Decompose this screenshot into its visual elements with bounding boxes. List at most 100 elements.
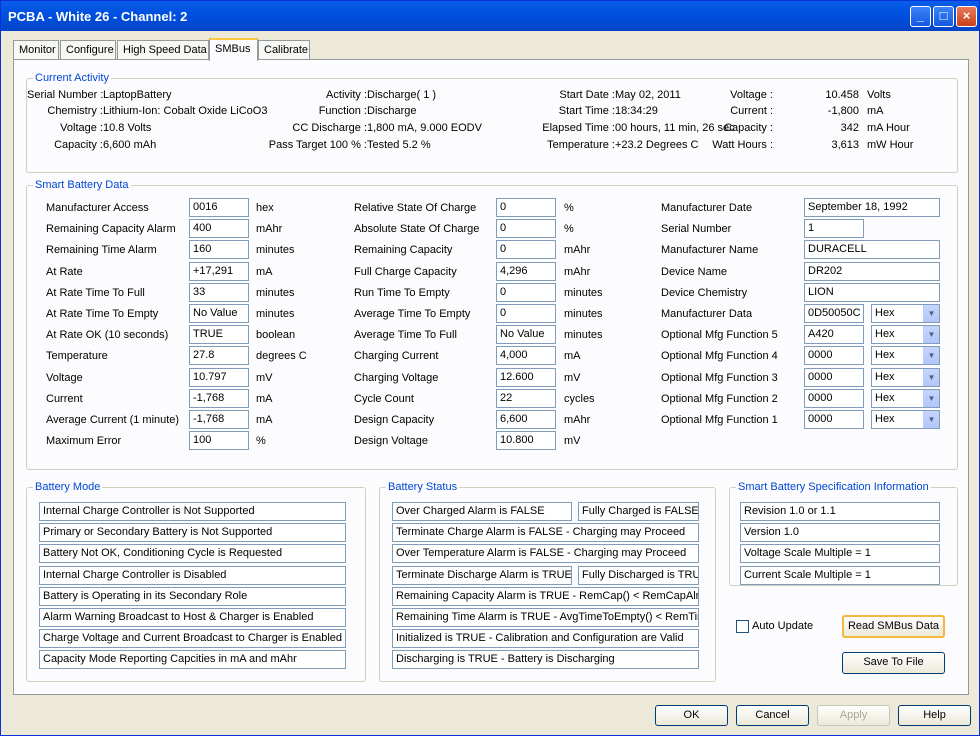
sbd-label: Remaining Time Alarm (46, 244, 157, 257)
ok-button[interactable]: OK (655, 705, 728, 726)
sbd-label: Voltage (46, 371, 83, 384)
format-select[interactable]: Hex ▼ (871, 325, 940, 345)
chevron-down-icon[interactable]: ▼ (923, 368, 939, 386)
sbd-unit: cycles (564, 392, 595, 405)
sbd-field[interactable]: LION (804, 282, 940, 302)
sbd-field[interactable]: 12.600 (496, 367, 556, 387)
activity-label: Current : (730, 105, 773, 117)
sbd-field[interactable]: 4,000 (496, 346, 556, 366)
cancel-button[interactable]: Cancel (736, 705, 809, 726)
activity-label: Voltage : (730, 89, 773, 101)
title-bar[interactable]: PCBA - White 26 - Channel: 2 (1, 1, 979, 31)
sbd-field[interactable]: 1 (804, 219, 864, 239)
sbd-unit: mAhr (564, 244, 591, 257)
sbd-field[interactable]: 4,296 (496, 261, 556, 281)
save-to-file-button[interactable]: Save To File (842, 652, 945, 674)
sbd-field[interactable]: No Value (189, 304, 249, 323)
sbd-field[interactable]: 0 (496, 219, 556, 239)
sbd-field[interactable]: 0 (496, 282, 556, 302)
sbd-label: Run Time To Empty (354, 286, 450, 299)
sbd-label: Manufacturer Name (661, 244, 759, 257)
format-select[interactable]: Hex ▼ (871, 304, 940, 323)
sbd-field[interactable]: DR202 (804, 261, 940, 281)
sbd-field[interactable]: 0000 (804, 367, 864, 387)
sbd-label: At Rate Time To Empty (46, 308, 159, 320)
sbd-label: Manufacturer Access (46, 202, 149, 214)
sbd-label: Charging Voltage (354, 371, 439, 384)
sbd-field[interactable]: -1,768 (189, 388, 249, 408)
format-select-value: Hex (875, 370, 895, 383)
activity-value: May 02, 2011 (615, 89, 681, 101)
tab-smbus[interactable]: SMBus (209, 38, 258, 61)
window-title: PCBA - White 26 - Channel: 2 (8, 9, 188, 24)
activity-label: CC Discharge : (292, 122, 367, 134)
sbd-field[interactable]: 22 (496, 388, 556, 408)
sbd-field[interactable]: 0 (496, 304, 556, 323)
auto-update-checkbox[interactable] (736, 620, 749, 633)
sbd-label: Serial Number (661, 223, 732, 236)
help-button[interactable]: Help (898, 705, 971, 726)
battery-mode-item: Capacity Mode Reporting Capcities in mA … (39, 650, 346, 670)
sbd-unit: mV (564, 435, 581, 448)
tab-configure[interactable]: Configure (60, 40, 116, 60)
chevron-down-icon[interactable]: ▼ (923, 347, 939, 365)
sbd-field[interactable]: No Value (496, 325, 556, 345)
activity-label: Voltage : (60, 122, 103, 134)
sbd-field[interactable]: 160 (189, 240, 249, 260)
activity-fields: Serial Number : LaptopBattery Chemistry :L… (27, 79, 957, 172)
tab-high-speed-data[interactable]: High Speed Data (117, 40, 209, 60)
close-button[interactable]: × (956, 6, 977, 27)
sbd-field[interactable]: 33 (189, 282, 249, 302)
battery-status-item: Discharging is TRUE - Battery is Dischar… (392, 650, 699, 670)
sbd-field[interactable]: DURACELL (804, 240, 940, 260)
sbd-field[interactable]: 10.800 (496, 431, 556, 451)
spec-info-item: Revision 1.0 or 1.1 (740, 502, 940, 521)
sbd-field[interactable]: 27.8 (189, 346, 249, 366)
sbd-field[interactable]: 6,600 (496, 410, 556, 429)
format-select[interactable]: Hex ▼ (871, 388, 940, 408)
sbd-field[interactable]: 0D50050C (804, 304, 864, 323)
activity-value: Discharge (367, 105, 417, 117)
activity-value: 342 (840, 122, 859, 134)
sbd-field[interactable]: 0 (496, 198, 556, 217)
read-smbus-data-button[interactable]: Read SMBus Data (842, 615, 945, 638)
chevron-down-icon[interactable]: ▼ (923, 411, 939, 428)
sbd-field[interactable]: TRUE (189, 325, 249, 345)
sbd-field[interactable]: 10.797 (189, 367, 249, 387)
sbd-unit: minutes (256, 286, 295, 299)
sbd-field[interactable]: A420 (804, 325, 864, 345)
battery-mode-group: Battery Mode Internal Charge Controller … (26, 481, 366, 682)
sbd-field[interactable]: 0016 (189, 198, 249, 217)
format-select[interactable]: Hex ▼ (871, 346, 940, 366)
sbd-field[interactable]: +17,291 (189, 261, 249, 281)
minimize-button[interactable]: _ (910, 6, 931, 27)
activity-value: Discharge( 1 ) (367, 89, 437, 101)
sbd-field[interactable]: -1,768 (189, 410, 249, 429)
sbd-field[interactable]: 0000 (804, 388, 864, 408)
format-select[interactable]: Hex ▼ (871, 367, 940, 387)
sbd-label: Cycle Count (354, 392, 414, 405)
format-select[interactable]: Hex ▼ (871, 410, 940, 429)
maximize-button[interactable]: □ (933, 6, 954, 27)
battery-status-list: Over Charged Alarm is FALSE Fully Charged… (380, 488, 715, 681)
battery-mode-item: Alarm Warning Broadcast to Host & Charge… (39, 608, 346, 627)
sbd-field[interactable]: 400 (189, 219, 249, 239)
sbd-field[interactable]: 100 (189, 431, 249, 451)
tab-calibrate[interactable]: Calibrate (258, 40, 310, 60)
tab-monitor[interactable]: Monitor (13, 40, 59, 60)
activity-unit: mA (867, 105, 884, 117)
apply-button[interactable]: Apply (817, 705, 890, 726)
activity-label: Start Date : (559, 89, 615, 101)
chevron-down-icon[interactable]: ▼ (923, 389, 939, 407)
smart-battery-data-group: Smart Battery Data Manufacturer Access 00… (26, 179, 958, 470)
activity-value: Tested 5.2 % (367, 139, 431, 151)
activity-label: Activity : (326, 89, 367, 101)
sbd-field[interactable]: 0000 (804, 346, 864, 366)
sbd-field[interactable]: September 18, 1992 (804, 198, 940, 217)
spec-info-item: Voltage Scale Multiple = 1 (740, 544, 940, 564)
sbd-field[interactable]: 0 (496, 240, 556, 260)
sbd-field[interactable]: 0000 (804, 410, 864, 429)
chevron-down-icon[interactable]: ▼ (923, 326, 939, 344)
chevron-down-icon[interactable]: ▼ (923, 305, 939, 322)
spec-info-group: Smart Battery Specification Information … (729, 481, 958, 586)
